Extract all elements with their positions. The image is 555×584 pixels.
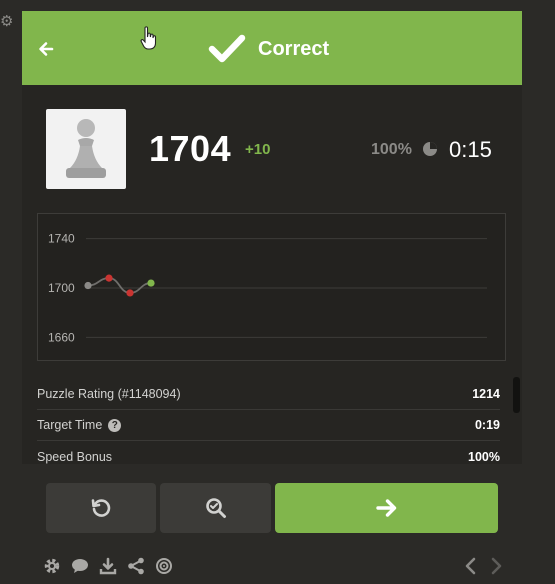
target-time-label-group: Target Time ? — [37, 418, 122, 432]
stat-row-puzzle-rating: Puzzle Rating (#1148094) 1214 — [37, 379, 500, 410]
next-puzzle-button[interactable] — [275, 483, 498, 533]
target-time-label: Target Time — [37, 418, 103, 432]
page-settings-gear-icon[interactable]: ⚙ — [0, 14, 14, 30]
speed-bonus-value: 100% — [468, 449, 500, 464]
target-time-value: 0:19 — [474, 418, 500, 432]
y-tick-label: 1740 — [48, 232, 75, 246]
checkmark-icon — [208, 34, 246, 63]
magnifier-icon — [205, 498, 226, 518]
rating-point — [105, 274, 113, 282]
action-bar — [22, 464, 522, 584]
stats-list: Puzzle Rating (#1148094) 1214 Target Tim… — [37, 379, 500, 472]
rating-point — [147, 279, 155, 287]
puzzle-result-panel: Correct 1704 +10 100% 0:15 1740 1700 1660 … — [22, 11, 522, 584]
previous-chevron-icon[interactable] — [464, 557, 478, 575]
puzzle-rating-value: 1214 — [472, 387, 500, 401]
result-title: Correct — [258, 37, 330, 60]
stat-row-target-time: Target Time ? 0:19 — [37, 410, 500, 441]
rating-series-line — [87, 277, 152, 294]
puzzle-rating-label: Puzzle Rating (#1148094) — [37, 387, 181, 401]
chat-icon[interactable] — [70, 557, 89, 576]
gear-icon[interactable] — [42, 557, 61, 576]
y-tick-label: 1660 — [48, 330, 75, 344]
retry-button[interactable] — [46, 483, 156, 533]
scrollbar-thumb[interactable] — [513, 377, 520, 413]
y-tick-label: 1700 — [48, 281, 75, 295]
rating-change: +10 — [245, 141, 271, 158]
banner-title-group: Correct — [208, 31, 329, 67]
next-chevron-icon[interactable] — [489, 557, 503, 575]
retry-icon — [91, 499, 111, 517]
speed-bonus-label: Speed Bonus — [37, 449, 113, 464]
rating-graph: 1740 1700 1660 — [37, 213, 506, 361]
solve-time: 0:15 — [449, 137, 492, 162]
pawn-avatar — [46, 109, 126, 189]
target-icon[interactable] — [154, 557, 173, 576]
pawn-icon — [66, 119, 106, 178]
rating-point — [84, 281, 92, 290]
result-banner: Correct — [22, 11, 522, 85]
share-icon[interactable] — [126, 557, 145, 576]
rating-chart: 1740 1700 1660 — [48, 232, 487, 344]
clock-icon — [423, 142, 437, 156]
player-rating: 1704 — [149, 128, 232, 169]
footer-toolbar — [42, 556, 173, 576]
mouse-pointer-icon — [140, 26, 157, 50]
download-icon[interactable] — [98, 557, 117, 576]
analyze-button[interactable] — [160, 483, 271, 533]
help-icon[interactable]: ? — [108, 418, 122, 432]
accuracy-percent: 100% — [371, 141, 412, 158]
arrow-right-icon — [375, 499, 396, 517]
rating-point — [126, 289, 134, 297]
back-arrow-icon[interactable] — [36, 39, 56, 59]
